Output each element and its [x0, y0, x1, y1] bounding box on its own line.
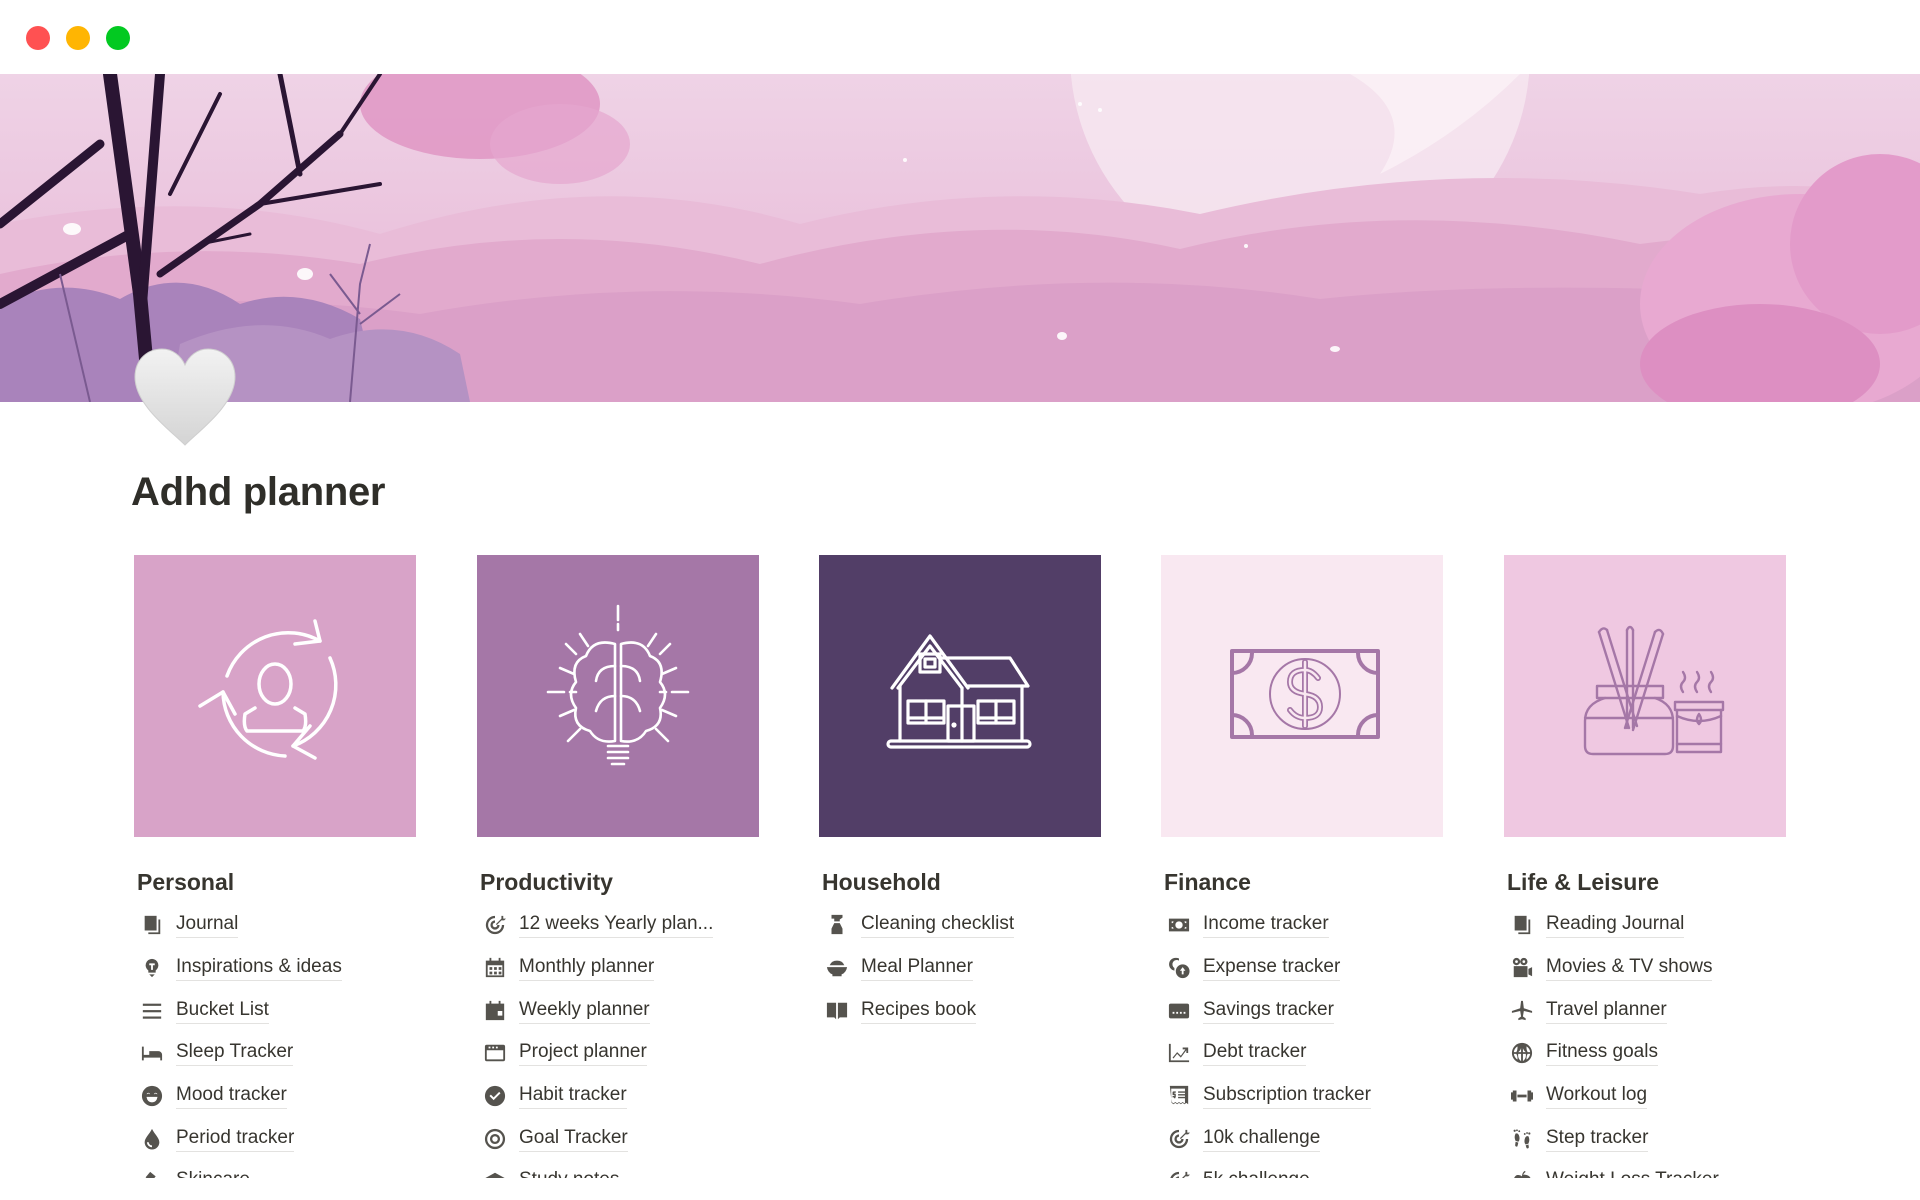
section-links: Income tracker Expense tracker Savings t…	[1161, 904, 1443, 1178]
link-bucket-list[interactable]: Bucket List	[134, 989, 416, 1032]
window-icon	[483, 1041, 507, 1065]
money-icon	[1167, 913, 1191, 937]
link-fitness-goals[interactable]: Fitness goals	[1504, 1032, 1786, 1075]
link-income-tracker[interactable]: Income tracker	[1161, 904, 1443, 947]
skincare-icon	[140, 1169, 164, 1178]
person-cycle-icon	[198, 619, 338, 760]
dollar-bill-icon	[1230, 649, 1380, 739]
window-maximize-button[interactable]	[106, 26, 130, 50]
tile-finance[interactable]	[1161, 555, 1443, 837]
link-step-tracker[interactable]: Step tracker	[1504, 1117, 1786, 1160]
bowl-icon	[825, 956, 849, 980]
section-title: Life & Leisure	[1507, 869, 1660, 895]
journal-icon	[140, 913, 164, 937]
link-10k-challenge[interactable]: 10k challenge	[1161, 1117, 1443, 1160]
apple-icon	[1510, 1169, 1534, 1178]
target-arrow-icon	[483, 913, 507, 937]
section-household: Household Cleaning checklist Meal Planne…	[819, 555, 1101, 1032]
tile-personal[interactable]	[134, 555, 416, 837]
bed-icon	[140, 1041, 164, 1065]
link-12-weeks-yearly-plan[interactable]: 12 weeks Yearly plan...	[477, 904, 759, 947]
link-reading-journal[interactable]: Reading Journal	[1504, 904, 1786, 947]
basketball-icon	[1510, 1041, 1534, 1065]
smile-icon	[140, 1084, 164, 1108]
list-icon	[140, 999, 164, 1023]
section-title: Household	[822, 869, 941, 895]
link-goal-tracker[interactable]: Goal Tracker	[477, 1117, 759, 1160]
lightbulb-icon	[140, 956, 164, 980]
brain-bulb-icon	[546, 604, 690, 766]
coins-icon	[1167, 956, 1191, 980]
footprints-icon	[1510, 1127, 1534, 1151]
section-productivity: Productivity 12 weeks Yearly plan... Mon…	[477, 555, 759, 1178]
diffuser-candle-icon	[1583, 625, 1725, 756]
link-recipes-book[interactable]: Recipes book	[819, 989, 1101, 1032]
section-title: Personal	[137, 869, 235, 895]
tile-life-leisure[interactable]	[1504, 555, 1786, 837]
link-study-notes[interactable]: Study notes	[477, 1160, 759, 1178]
link-inspirations-ideas[interactable]: Inspirations & ideas	[134, 947, 416, 990]
tile-productivity[interactable]	[477, 555, 759, 837]
link-journal[interactable]: Journal	[134, 904, 416, 947]
link-mood-tracker[interactable]: Mood tracker	[134, 1075, 416, 1118]
link-weekly-planner[interactable]: Weekly planner	[477, 989, 759, 1032]
white-heart-icon	[134, 348, 236, 446]
airplane-icon	[1510, 999, 1534, 1023]
window-titlebar	[0, 0, 1920, 74]
page-title[interactable]: Adhd planner	[131, 470, 385, 515]
link-expense-tracker[interactable]: Expense tracker	[1161, 947, 1443, 990]
cover-illustration	[0, 74, 1920, 402]
section-title: Finance	[1164, 869, 1251, 895]
link-monthly-planner[interactable]: Monthly planner	[477, 947, 759, 990]
link-skincare[interactable]: Skincare	[134, 1160, 416, 1178]
section-links: Reading Journal Movies & TV shows Travel…	[1504, 904, 1786, 1178]
calendar-icon	[483, 999, 507, 1023]
chart-line-icon	[1167, 1041, 1191, 1065]
open-book-icon	[825, 999, 849, 1023]
section-links: Journal Inspirations & ideas Bucket List…	[134, 904, 416, 1178]
section-title: Productivity	[480, 869, 613, 895]
link-project-planner[interactable]: Project planner	[477, 1032, 759, 1075]
link-5k-challenge[interactable]: 5k challenge	[1161, 1160, 1443, 1178]
section-finance: Finance Income tracker Expense tracker S…	[1161, 555, 1443, 1178]
credit-card-icon	[1167, 999, 1191, 1023]
journal-icon	[1510, 913, 1534, 937]
sections-grid: Personal Journal Inspirations & ideas Bu…	[134, 555, 1834, 1178]
dumbbell-icon	[1510, 1084, 1534, 1108]
section-links: 12 weeks Yearly plan... Monthly planner …	[477, 904, 759, 1178]
receipt-icon	[1167, 1084, 1191, 1108]
link-workout-log[interactable]: Workout log	[1504, 1075, 1786, 1118]
link-subscription-tracker[interactable]: Subscription tracker	[1161, 1075, 1443, 1118]
calendar-grid-icon	[483, 956, 507, 980]
page-icon-white-heart[interactable]	[130, 345, 240, 455]
section-life-leisure: Life & Leisure Reading Journal Movies & …	[1504, 555, 1786, 1178]
link-sleep-tracker[interactable]: Sleep Tracker	[134, 1032, 416, 1075]
link-debt-tracker[interactable]: Debt tracker	[1161, 1032, 1443, 1075]
page-cover-image[interactable]	[0, 74, 1920, 402]
house-icon	[886, 634, 1032, 749]
drop-icon	[140, 1127, 164, 1151]
link-movies-tv-shows[interactable]: Movies & TV shows	[1504, 947, 1786, 990]
check-circle-icon	[483, 1084, 507, 1108]
target-icon	[483, 1127, 507, 1151]
target-arrow-icon	[1167, 1169, 1191, 1178]
link-travel-planner[interactable]: Travel planner	[1504, 989, 1786, 1032]
window-close-button[interactable]	[26, 26, 50, 50]
tile-household[interactable]	[819, 555, 1101, 837]
target-arrow-icon	[1167, 1127, 1191, 1151]
movie-camera-icon	[1510, 956, 1534, 980]
link-habit-tracker[interactable]: Habit tracker	[477, 1075, 759, 1118]
window-minimize-button[interactable]	[66, 26, 90, 50]
link-cleaning-checklist[interactable]: Cleaning checklist	[819, 904, 1101, 947]
link-savings-tracker[interactable]: Savings tracker	[1161, 989, 1443, 1032]
section-links: Cleaning checklist Meal Planner Recipes …	[819, 904, 1101, 1032]
link-period-tracker[interactable]: Period tracker	[134, 1117, 416, 1160]
link-weight-loss-tracker[interactable]: Weight Loss Tracker	[1504, 1160, 1786, 1178]
section-personal: Personal Journal Inspirations & ideas Bu…	[134, 555, 416, 1178]
spray-bottle-icon	[825, 913, 849, 937]
link-meal-planner[interactable]: Meal Planner	[819, 947, 1101, 990]
graduation-cap-icon	[483, 1169, 507, 1178]
